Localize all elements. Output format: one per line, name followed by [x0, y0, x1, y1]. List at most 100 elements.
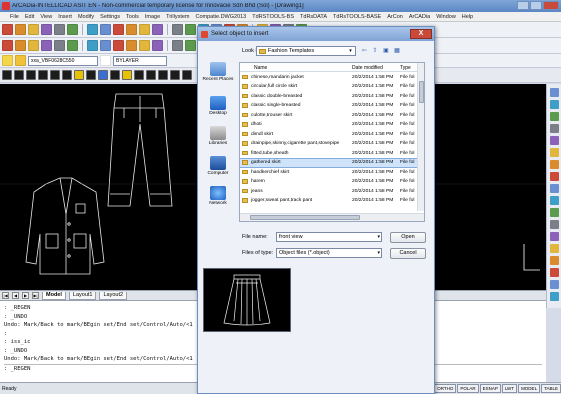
modify-tool-icon[interactable] — [550, 136, 559, 145]
color-swatch-icon[interactable] — [100, 55, 111, 66]
modify-tool-icon[interactable] — [550, 232, 559, 241]
menu-item[interactable]: Window — [436, 14, 456, 20]
menu-item[interactable]: Tools — [126, 14, 139, 20]
object-tool-icon[interactable] — [122, 70, 132, 80]
file-row[interactable]: handkerchief skirt 20/2/2014 1:58 PM File … — [240, 168, 418, 176]
file-row[interactable]: jeans 20/2/2014 1:58 PM File fol — [240, 187, 418, 195]
next-tab-button[interactable]: ▶ — [22, 292, 29, 299]
menu-item[interactable]: File — [10, 14, 19, 20]
file-row[interactable]: culotte,trouser skirt 20/2/2014 1:58 PM Fi… — [240, 111, 418, 119]
object-tool-icon[interactable] — [74, 70, 84, 80]
menu-item[interactable]: ArCADia — [409, 14, 430, 20]
menu-item[interactable]: Modify — [78, 14, 94, 20]
dialog-close-button[interactable]: X — [410, 29, 432, 39]
place-desktop[interactable]: Desktop — [201, 96, 235, 116]
polyline-icon[interactable] — [15, 40, 26, 51]
scroll-thumb[interactable] — [419, 81, 424, 103]
modify-tool-icon[interactable] — [550, 256, 559, 265]
file-row[interactable]: fitted,tube,sheath 20/2/2014 1:58 PM File … — [240, 149, 418, 157]
menu-item[interactable]: Insert — [58, 14, 72, 20]
file-row[interactable]: circular,full circle skirt 20/2/2014 1:58… — [240, 83, 418, 91]
circle-icon[interactable] — [172, 40, 183, 51]
modify-tool-icon[interactable] — [550, 88, 559, 97]
object-tool-icon[interactable] — [170, 70, 180, 80]
polyline-icon[interactable] — [152, 40, 163, 51]
arc-icon[interactable] — [185, 40, 196, 51]
object-tool-icon[interactable] — [38, 70, 48, 80]
menu-item[interactable]: TdRSTOOLS-BS — [252, 14, 294, 20]
file-type-select[interactable]: Object files (*.object) ▾ — [276, 248, 382, 258]
object-tool-icon[interactable] — [50, 70, 60, 80]
object-tool-icon[interactable] — [134, 70, 144, 80]
up-folder-icon[interactable]: ⇧ — [371, 47, 379, 55]
menu-item[interactable]: TdRsTOOLS-BASE — [333, 14, 381, 20]
circle-icon[interactable] — [28, 40, 39, 51]
polar-toggle[interactable]: POLAR — [457, 384, 479, 393]
layer-icon[interactable] — [126, 40, 137, 51]
object-tool-icon[interactable] — [86, 70, 96, 80]
menu-item[interactable]: ArCon — [387, 14, 403, 20]
modify-tool-icon[interactable] — [550, 148, 559, 157]
file-name-input[interactable]: front view ▾ — [276, 232, 382, 242]
file-list[interactable]: Name Date modified Type chinese,mandarin… — [239, 62, 425, 222]
help-icon[interactable] — [126, 24, 137, 35]
rotate-icon[interactable] — [100, 40, 111, 51]
paste-icon[interactable] — [87, 24, 98, 35]
menu-item[interactable]: TdRsDATA — [300, 14, 327, 20]
look-in-combo[interactable]: Fashion Templates ▾ — [256, 46, 356, 56]
modify-tool-icon[interactable] — [550, 208, 559, 217]
cancel-button[interactable]: Cancel — [390, 248, 426, 259]
modify-tool-icon[interactable] — [550, 100, 559, 109]
column-type[interactable]: Type — [400, 65, 411, 71]
place-libraries[interactable]: Libraries — [201, 126, 235, 146]
menu-item[interactable]: Trillystem — [166, 14, 189, 20]
redo-icon[interactable] — [113, 24, 124, 35]
file-row[interactable]: harem 20/2/2014 1:58 PM File fol — [240, 178, 418, 186]
file-row[interactable]: gathered skirt 20/2/2014 1:58 PM File fol — [240, 157, 419, 168]
object-tool-icon[interactable] — [146, 70, 156, 80]
modify-tool-icon[interactable] — [550, 196, 559, 205]
object-tool-icon[interactable] — [2, 70, 12, 80]
cut-icon[interactable] — [54, 24, 65, 35]
modify-tool-icon[interactable] — [550, 184, 559, 193]
object-tool-icon[interactable] — [110, 70, 120, 80]
open-file-icon[interactable] — [15, 24, 26, 35]
menu-item[interactable]: Compatie.DWG2013 — [196, 14, 247, 20]
object-tool-icon[interactable] — [98, 70, 108, 80]
close-window-button[interactable] — [543, 1, 559, 10]
lwt-toggle[interactable]: LWT — [501, 384, 518, 393]
undo-icon[interactable] — [100, 24, 111, 35]
open-button[interactable]: Open — [390, 232, 426, 243]
tab-layout1[interactable]: Layout1 — [68, 291, 97, 300]
file-row[interactable]: classic double-breasted 20/2/2014 1:58 PM… — [240, 92, 418, 100]
object-tool-icon[interactable] — [182, 70, 192, 80]
tab-layout2[interactable]: Layout2 — [99, 291, 128, 300]
modify-tool-icon[interactable] — [550, 244, 559, 253]
zoom-icon[interactable] — [139, 24, 150, 35]
modify-tool-icon[interactable] — [550, 268, 559, 277]
vertical-scrollbar[interactable] — [417, 63, 424, 211]
modify-tool-icon[interactable] — [550, 220, 559, 229]
save-icon[interactable] — [28, 24, 39, 35]
new-file-icon[interactable] — [2, 24, 13, 35]
scroll-thumb[interactable] — [250, 215, 360, 220]
object-tool-icon[interactable] — [14, 70, 24, 80]
minimize-button[interactable] — [517, 1, 529, 10]
menu-item[interactable]: Settings — [100, 14, 120, 20]
prev-tab-button[interactable]: ◀ — [12, 292, 19, 299]
esnap-toggle[interactable]: ESNAP — [479, 384, 501, 393]
bylayer-combo[interactable]: BYLAYER — [113, 55, 167, 66]
snap-icon[interactable] — [113, 40, 124, 51]
move-icon[interactable] — [87, 40, 98, 51]
back-icon[interactable]: ⇦ — [360, 47, 368, 55]
horizontal-scrollbar[interactable] — [240, 213, 424, 221]
file-row[interactable]: chinese,mandarin jacket 20/2/2014 1:58 PM… — [240, 73, 418, 81]
hatch-icon[interactable] — [67, 40, 78, 51]
column-date[interactable]: Date modified — [352, 65, 383, 71]
modify-tool-icon[interactable] — [550, 124, 559, 133]
tab-model[interactable]: Model — [42, 291, 66, 300]
modify-tool-icon[interactable] — [550, 172, 559, 181]
modify-tool-icon[interactable] — [550, 292, 559, 301]
menu-item[interactable]: Image — [145, 14, 160, 20]
new-folder-icon[interactable]: ▣ — [382, 47, 390, 55]
